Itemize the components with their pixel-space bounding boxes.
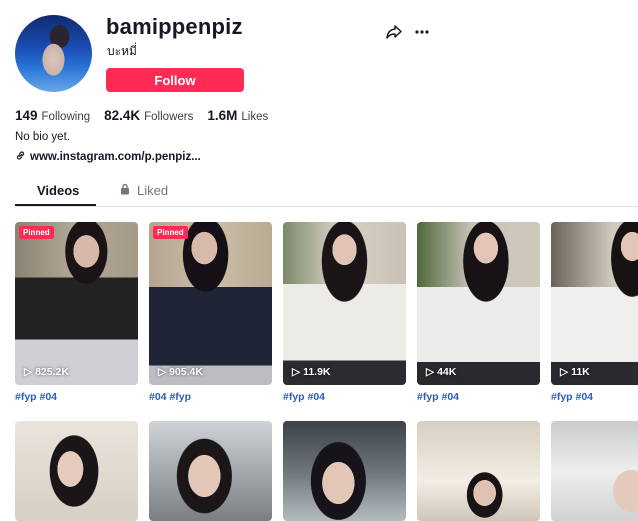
play-icon: ▷ (158, 366, 167, 378)
view-count-value: 905.4K (169, 366, 203, 378)
tab-liked[interactable]: Liked (119, 183, 168, 198)
more-icon[interactable] (412, 22, 432, 42)
link-text: www.instagram.com/p.penpiz... (30, 151, 201, 163)
video-card[interactable]: ▷ 44K #fyp #04 (417, 222, 540, 403)
video-card[interactable]: Pinned ▷ 825.2K #fyp #04 (15, 222, 138, 403)
video-caption[interactable]: #fyp #04 (15, 391, 138, 403)
video-thumbnail[interactable]: ▷ 11.9K (283, 222, 406, 385)
stat-label: Likes (241, 111, 269, 123)
view-count-value: 825.2K (35, 366, 69, 378)
video-caption[interactable]: #fyp #04 (283, 391, 406, 403)
nickname: บะหมี่ (107, 44, 137, 58)
profile-stats: 149 Following 82.4K Followers 1.6M Likes (15, 108, 268, 123)
stat-label: Following (41, 111, 91, 123)
pinned-badge: Pinned (19, 226, 54, 239)
follow-button[interactable]: Follow (106, 68, 244, 92)
view-count: ▷ 825.2K (24, 366, 69, 378)
username: bamippenpiz (106, 14, 243, 39)
play-icon: ▷ (560, 366, 569, 378)
video-thumbnail[interactable]: ▷ 11K (551, 222, 638, 385)
video-thumbnail[interactable] (551, 421, 638, 521)
stat-following[interactable]: 149 Following (15, 108, 90, 123)
video-card[interactable] (149, 421, 272, 521)
video-caption[interactable]: #fyp #04 (551, 391, 638, 403)
video-card[interactable]: ▷ 11.9K #fyp #04 (283, 222, 406, 403)
stat-likes: 1.6M Likes (207, 108, 268, 123)
video-card[interactable]: ▷ 11K #fyp #04 (551, 222, 638, 403)
view-count-value: 11.9K (303, 366, 331, 378)
profile-tabs: Videos Liked (15, 178, 638, 207)
stat-value: 149 (15, 108, 38, 123)
video-card[interactable] (283, 421, 406, 521)
stat-label: Followers (144, 111, 194, 123)
video-thumbnail[interactable]: Pinned ▷ 825.2K (15, 222, 138, 385)
pinned-badge: Pinned (153, 226, 188, 239)
tab-label: Liked (137, 183, 169, 198)
video-card[interactable] (417, 421, 540, 521)
video-thumbnail[interactable]: Pinned ▷ 905.4K (149, 222, 272, 385)
stat-value: 1.6M (207, 108, 238, 123)
view-count-value: 44K (437, 366, 457, 378)
link-icon (15, 150, 26, 164)
view-count: ▷ 11K (560, 366, 590, 378)
video-thumbnail[interactable] (417, 421, 540, 521)
video-card[interactable] (551, 421, 638, 521)
share-icon[interactable] (384, 22, 404, 42)
video-thumbnail[interactable] (149, 421, 272, 521)
play-icon: ▷ (292, 366, 301, 378)
video-caption[interactable]: #04 #fyp (149, 391, 272, 403)
video-thumbnail[interactable] (283, 421, 406, 521)
bio: No bio yet. (15, 131, 70, 143)
video-card[interactable] (15, 421, 138, 521)
view-count-value: 11K (571, 366, 590, 378)
active-tab-indicator (15, 204, 96, 206)
video-thumbnail[interactable]: ▷ 44K (417, 222, 540, 385)
view-count: ▷ 44K (426, 366, 456, 378)
profile-link[interactable]: www.instagram.com/p.penpiz... (15, 150, 201, 164)
tab-videos[interactable]: Videos (37, 183, 79, 198)
lock-icon (119, 183, 131, 198)
stat-value: 82.4K (104, 108, 141, 123)
tab-label: Videos (37, 183, 80, 198)
video-thumbnail[interactable] (15, 421, 138, 521)
play-icon: ▷ (426, 366, 435, 378)
view-count: ▷ 905.4K (158, 366, 203, 378)
video-caption[interactable]: #fyp #04 (417, 391, 540, 403)
avatar[interactable] (15, 15, 92, 92)
stat-followers[interactable]: 82.4K Followers (104, 108, 193, 123)
video-card[interactable]: Pinned ▷ 905.4K #04 #fyp (149, 222, 272, 403)
play-icon: ▷ (24, 366, 33, 378)
view-count: ▷ 11.9K (292, 366, 331, 378)
